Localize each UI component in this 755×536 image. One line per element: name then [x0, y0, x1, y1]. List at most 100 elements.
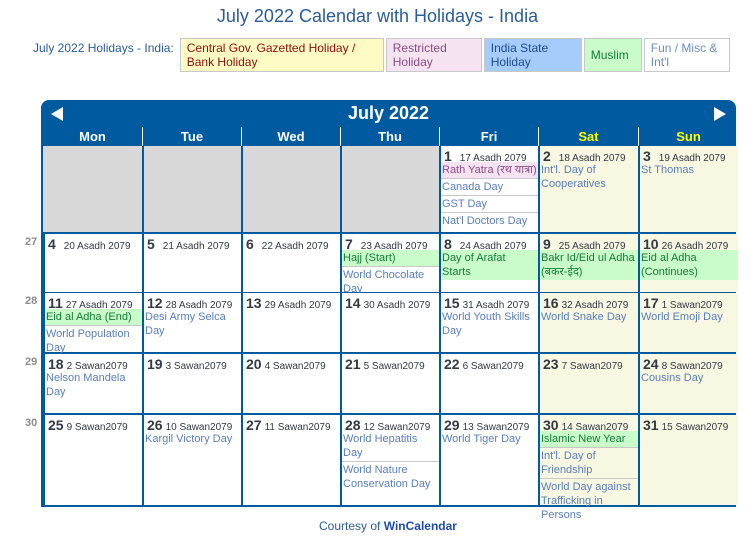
day-cell[interactable]: 28 12 Sawan2079 World Hepatitis Day World N…	[340, 415, 439, 505]
holiday-event[interactable]: World Youth Skills Day	[441, 309, 538, 339]
hindu-date: 5 Sawan2079	[363, 361, 425, 372]
day-cell[interactable]: 5 21 Asadh 2079	[142, 234, 241, 292]
day-header: 28 12 Sawan2079	[342, 415, 439, 433]
day-cell[interactable]: 22 6 Sawan2079	[439, 354, 538, 413]
day-number: 9	[543, 236, 551, 252]
day-header: 1 17 Asadh 2079	[441, 146, 538, 164]
hindu-date: 6 Sawan2079	[462, 361, 524, 372]
day-cell[interactable]: 9 25 Asadh 2079 Bakr Id/Eid ul Adha (बकर-ई…	[538, 234, 638, 292]
day-header: 3 19 Asadh 2079	[640, 146, 738, 164]
day-number: 28	[345, 417, 361, 433]
day-cell[interactable]: 26 10 Sawan2079 Kargil Victory Day	[142, 415, 241, 505]
holiday-event[interactable]: Int'l. Day of Friendship	[540, 448, 638, 479]
day-cell[interactable]: 16 32 Asadh 2079 World Snake Day	[538, 293, 638, 352]
holiday-event[interactable]: Desi Army Selca Day	[144, 309, 241, 339]
day-number: 24	[643, 356, 659, 372]
day-cell[interactable]: 4 20 Asadh 2079	[43, 234, 142, 292]
day-cell[interactable]: 27 11 Sawan2079	[241, 415, 340, 505]
holiday-event[interactable]: Canada Day	[441, 179, 538, 196]
day-header: 24 8 Sawan2079	[640, 354, 738, 372]
day-cell[interactable]: 10 26 Asadh 2079 Eid al Adha (Continues)	[638, 234, 738, 292]
holiday-event[interactable]: Kargil Victory Day	[144, 431, 241, 447]
holiday-event[interactable]: Eid al Adha (Continues)	[640, 250, 738, 280]
day-header: 23 7 Sawan2079	[540, 354, 638, 372]
holiday-event[interactable]: St Thomas	[640, 162, 738, 178]
hindu-date: 21 Asadh 2079	[162, 241, 230, 252]
day-header: 21 5 Sawan2079	[342, 354, 439, 372]
calendar-month-title: July 2022	[347, 103, 430, 123]
day-number: 6	[246, 236, 254, 252]
day-cell[interactable]: 19 3 Sawan2079	[142, 354, 241, 413]
holiday-event[interactable]: Cousins Day	[640, 370, 738, 386]
day-cell[interactable]: 24 8 Sawan2079 Cousins Day	[638, 354, 738, 413]
holiday-event[interactable]: Islamic New Year	[540, 431, 638, 448]
day-cell[interactable]: 21 5 Sawan2079	[340, 354, 439, 413]
day-header: 25 9 Sawan2079	[45, 415, 142, 433]
week-number: 28	[25, 295, 38, 307]
day-cell[interactable]: 15 31 Asadh 2079 World Youth Skills Day	[439, 293, 538, 352]
holiday-event[interactable]: World Nature Conservation Day	[342, 462, 439, 492]
holiday-event[interactable]: Nat'l Doctors Day	[441, 213, 538, 229]
holiday-event[interactable]: Day of Arafat Starts	[441, 250, 538, 280]
day-header: 15 31 Asadh 2079	[441, 293, 538, 311]
day-cell[interactable]: 18 2 Sawan2079 Nelson Mandela Day	[43, 354, 142, 413]
footer-courtesy: Courtesy of WinCalendar	[0, 519, 755, 533]
day-cell[interactable]: 3 19 Asadh 2079 St Thomas	[638, 146, 738, 232]
holiday-event[interactable]: Int'l. Day of Cooperatives	[540, 162, 638, 192]
day-number: 29	[444, 417, 460, 433]
holiday-event[interactable]: Rath Yatra (रथ यात्रा)	[441, 162, 538, 179]
day-cell[interactable]: 29 13 Sawan2079 World Tiger Day	[439, 415, 538, 505]
day-cell[interactable]: 7 23 Asadh 2079 Hajj (Start) World Chocolat…	[340, 234, 439, 295]
day-cell[interactable]: 14 30 Asadh 2079	[340, 293, 439, 352]
holiday-event[interactable]: World Hepatitis Day	[342, 431, 439, 462]
day-header: 29 13 Sawan2079	[441, 415, 538, 433]
day-cell[interactable]: 30 14 Sawan2079 Islamic New Year Int'l. Day…	[538, 415, 638, 521]
calendar-header: July 2022	[41, 100, 736, 127]
day-header: 26 10 Sawan2079	[144, 415, 241, 433]
day-number: 16	[543, 295, 559, 311]
day-cell[interactable]: 20 4 Sawan2079	[241, 354, 340, 413]
holiday-event[interactable]: World Day against Trafficking in Persons	[540, 479, 638, 523]
day-header: 18 2 Sawan2079	[45, 354, 142, 372]
day-cell[interactable]: 17 1 Sawan2079 World Emoji Day	[638, 293, 738, 352]
day-cell[interactable]: 13 29 Asadh 2079	[241, 293, 340, 352]
triangle-right-icon[interactable]	[714, 107, 726, 121]
holiday-event[interactable]: Eid al Adha (End)	[45, 309, 142, 326]
day-header: 20 4 Sawan2079	[243, 354, 340, 372]
day-number: 17	[643, 295, 659, 311]
wincalendar-link[interactable]: WinCalendar	[384, 519, 457, 533]
week-row: 1 17 Asadh 2079 Rath Yatra (रथ यात्रा) Cana…	[41, 146, 738, 234]
hindu-date: 22 Asadh 2079	[261, 241, 329, 252]
hindu-date: 4 Sawan2079	[264, 361, 326, 372]
day-cell[interactable]: 11 27 Asadh 2079 Eid al Adha (End) World Po…	[43, 293, 142, 354]
week-row: 30 25 9 Sawan2079 26 10 Sawan2079 Kargil Vict…	[25, 415, 738, 521]
day-cell[interactable]: 1 17 Asadh 2079 Rath Yatra (रथ यात्रा) Cana…	[439, 146, 538, 232]
day-cell[interactable]: 2 18 Asadh 2079 Int'l. Day of Cooperatives	[538, 146, 638, 232]
holiday-event[interactable]: Nelson Mandela Day	[45, 370, 142, 400]
day-header: 22 6 Sawan2079	[441, 354, 538, 372]
holiday-event[interactable]: Bakr Id/Eid ul Adha (बकर-ईद)	[540, 250, 638, 280]
day-cell[interactable]: 8 24 Asadh 2079 Day of Arafat Starts	[439, 234, 538, 292]
day-number: 4	[48, 236, 56, 252]
holiday-event[interactable]: GST Day	[441, 196, 538, 213]
day-number: 5	[147, 236, 155, 252]
weekday-sun: Sun	[638, 127, 738, 146]
day-cell[interactable]: 25 9 Sawan2079	[43, 415, 142, 505]
day-cell[interactable]: 23 7 Sawan2079	[538, 354, 638, 413]
day-cell[interactable]: 12 28 Asadh 2079 Desi Army Selca Day	[142, 293, 241, 352]
day-header: 4 20 Asadh 2079	[45, 234, 142, 252]
day-header: 6 22 Asadh 2079	[243, 234, 340, 252]
weekday-fri: Fri	[439, 127, 538, 146]
day-cell[interactable]: 31 15 Sawan2079	[638, 415, 738, 505]
holiday-event[interactable]: World Snake Day	[540, 309, 638, 325]
day-number: 1	[444, 148, 452, 164]
holiday-event[interactable]: Hajj (Start)	[342, 250, 439, 267]
holiday-event[interactable]: World Tiger Day	[441, 431, 538, 447]
day-cell[interactable]: 6 22 Asadh 2079	[241, 234, 340, 292]
holiday-event[interactable]: World Population Day	[45, 326, 142, 356]
holiday-event[interactable]: World Emoji Day	[640, 309, 738, 325]
calendar: July 2022 Mon Tue Wed Thu Fri Sat Sun 11…	[25, 100, 738, 521]
day-number: 3	[643, 148, 651, 164]
hindu-date: 30 Asadh 2079	[363, 300, 431, 311]
day-header: 9 25 Asadh 2079	[540, 234, 638, 252]
